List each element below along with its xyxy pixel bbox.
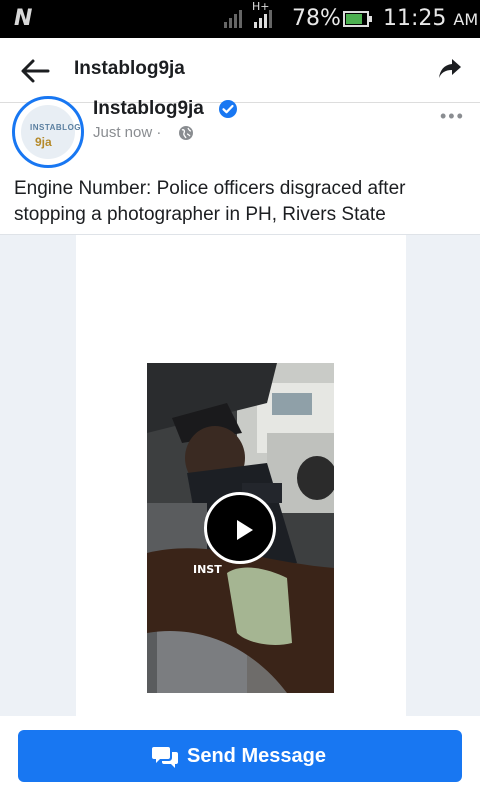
avatar-logo: INSTABLOG 9ja	[21, 105, 81, 159]
clock-time: 11:25	[383, 6, 447, 31]
post-caption: Engine Number: Police officers disgraced…	[14, 178, 406, 225]
battery-percent: 78%	[292, 6, 341, 31]
timestamp-text: Just now	[93, 124, 153, 141]
app-bar: Instablog9ja	[0, 38, 480, 103]
app-bar-title: Instablog9ja	[74, 58, 185, 79]
avatar-text-bottom: 9ja	[35, 135, 52, 149]
notification-n-icon: N	[14, 6, 33, 31]
more-options-icon[interactable]: •••	[440, 106, 465, 127]
arrow-left-icon[interactable]	[20, 58, 50, 84]
send-message-button[interactable]: Send Message	[18, 730, 462, 782]
play-icon	[237, 520, 253, 540]
post-timestamp: Just now ·	[93, 124, 161, 141]
page-name[interactable]: Instablog9ja	[93, 98, 204, 120]
verified-badge-icon	[219, 100, 237, 118]
signal-strength-icon-2	[254, 10, 272, 28]
avatar-text-top: INSTABLOG	[30, 123, 82, 132]
timestamp-separator: ·	[156, 124, 162, 141]
signal-strength-icon	[224, 10, 242, 28]
send-message-label: Send Message	[187, 745, 326, 767]
status-bar: N H+ 78% 11:25 AM	[0, 0, 480, 38]
messenger-chat-icon	[152, 747, 178, 768]
clock-ampm: AM	[453, 10, 479, 29]
globe-icon	[179, 126, 193, 140]
share-arrow-icon[interactable]	[438, 58, 462, 80]
clock: 11:25 AM	[383, 6, 478, 31]
avatar[interactable]: INSTABLOG 9ja	[12, 96, 84, 168]
battery-icon	[343, 11, 372, 27]
play-button[interactable]	[204, 492, 276, 564]
video-watermark-text: INST	[193, 563, 222, 576]
